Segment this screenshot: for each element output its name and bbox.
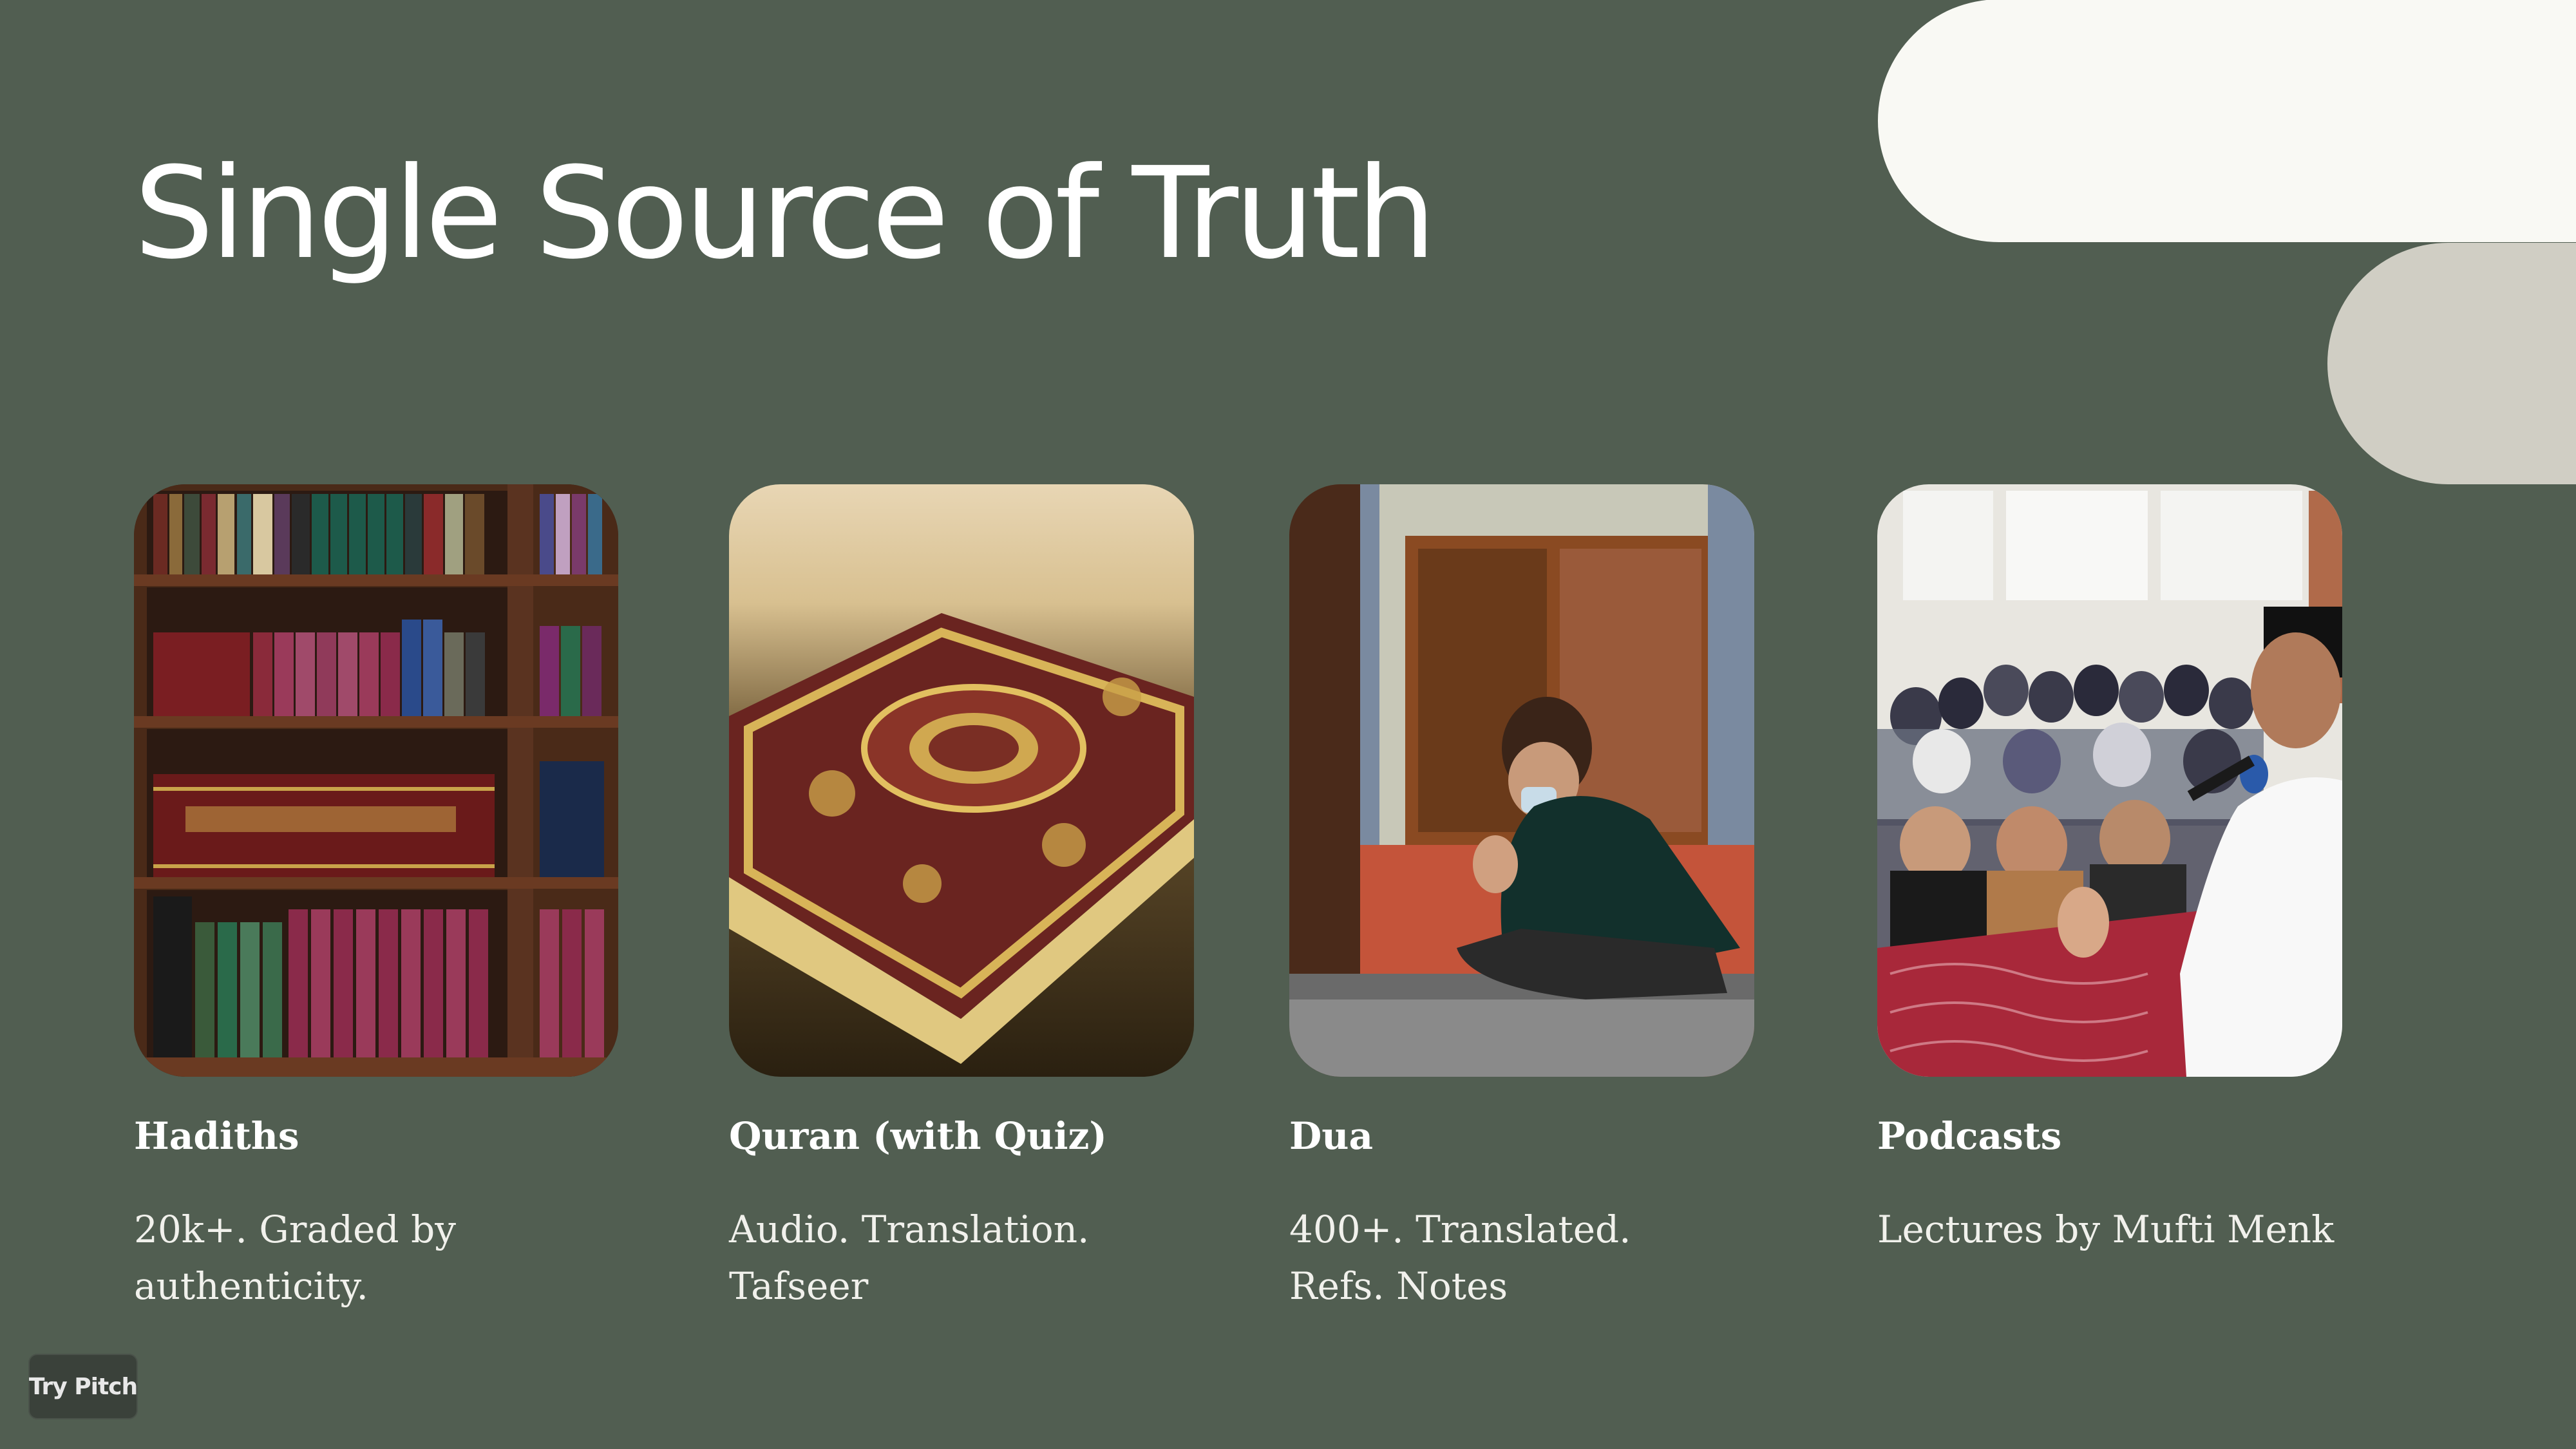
- card-podcasts: Podcasts Lectures by Mufti Menk: [1877, 484, 2342, 1251]
- man-praying-photo: [1289, 484, 1754, 1077]
- lecture-audience-photo: [1877, 484, 2342, 1077]
- card-label: Hadiths: [134, 1114, 299, 1158]
- card-label: Dua: [1289, 1114, 1374, 1158]
- card-hadiths: Hadiths 20k+. Graded by authenticity.: [134, 484, 618, 1308]
- card-description: Lectures by Mufti Menk: [1877, 1208, 2334, 1251]
- card-description: 20k+. Graded by authenticity.: [134, 1208, 456, 1308]
- card-description: Audio. Translation. Tafseer: [729, 1208, 1090, 1308]
- bookshelf-photo: [134, 484, 618, 1077]
- card-dua: Dua 400+. Translated. Refs. Notes: [1289, 484, 1754, 1308]
- slide-title: Single Source of Truth: [134, 140, 1436, 287]
- decorative-pill-muted: [2327, 243, 2576, 484]
- card-quran: Quran (with Quiz) Audio. Translation. Ta…: [729, 484, 1194, 1308]
- card-label: Quran (with Quiz): [729, 1114, 1107, 1158]
- try-pitch-button[interactable]: Try Pitch: [28, 1354, 138, 1419]
- decorative-pill-light: [1878, 0, 2576, 242]
- card-label: Podcasts: [1877, 1114, 2062, 1158]
- quran-book-photo: [729, 484, 1194, 1077]
- card-description: 400+. Translated. Refs. Notes: [1289, 1208, 1631, 1308]
